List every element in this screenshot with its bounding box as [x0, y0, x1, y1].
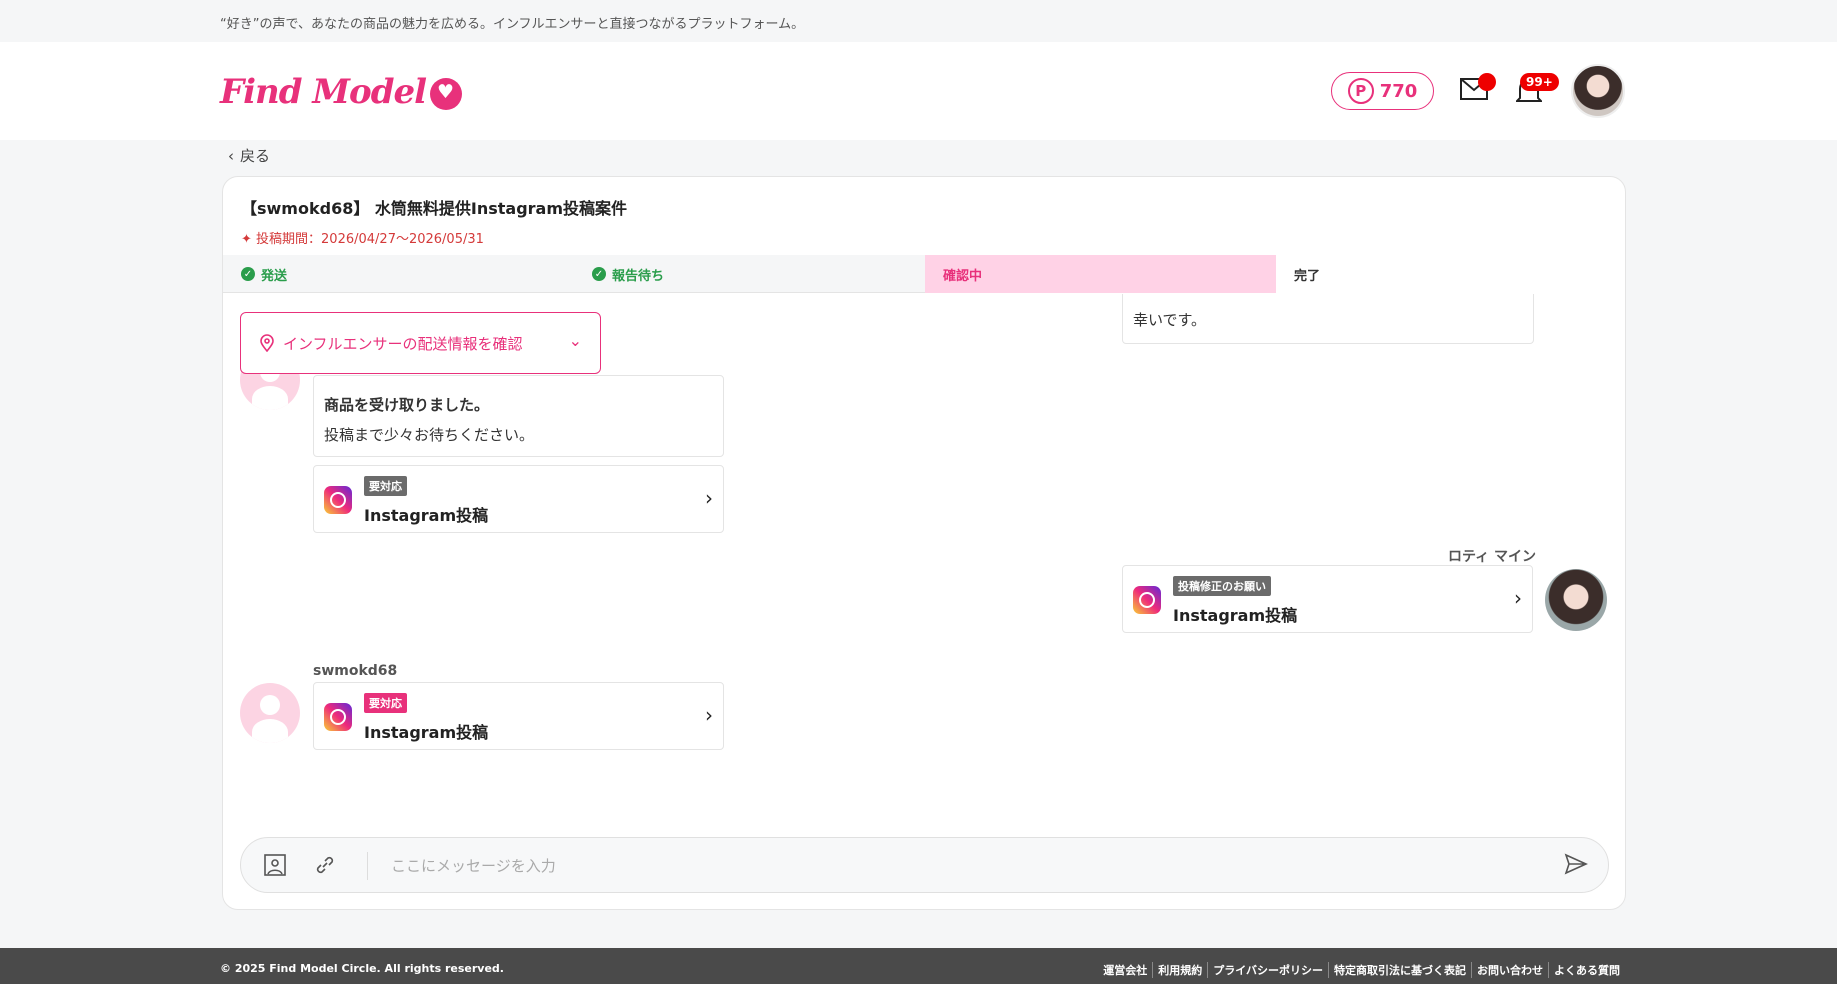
task-tag: 投稿修正のお願い: [1173, 576, 1271, 596]
task-label: Instagram投稿: [364, 506, 489, 525]
mail-unread-dot: [1478, 73, 1496, 91]
footer-links: 運営会社 利用規約 プライバシーポリシー 特定商取引法に基づく表記 お問い合わせ…: [1098, 962, 1625, 978]
user-avatar: [240, 683, 300, 743]
sender-name: ロティ マイン: [1447, 549, 1536, 565]
instagram-icon: [324, 703, 352, 731]
back-button[interactable]: ‹ 戻る: [228, 145, 270, 166]
task-tag: 要対応: [364, 476, 407, 496]
progress-steps: ✓ 発送 ✓ 報告待ち 確認中 完了: [223, 255, 1625, 293]
header: Find Model P 770 99+: [0, 42, 1837, 140]
message-composer: [240, 837, 1609, 893]
points-button[interactable]: P 770: [1331, 72, 1434, 110]
footer-link-commerce-law[interactable]: 特定商取引法に基づく表記: [1328, 962, 1471, 978]
step-label: 報告待ち: [612, 268, 665, 284]
footer-link-faq[interactable]: よくある質問: [1548, 962, 1625, 978]
message-bubble: 幸いです。: [1122, 294, 1534, 344]
instagram-task-card[interactable]: 要対応 Instagram投稿 ›: [313, 682, 724, 750]
footer: © 2025 Find Model Circle. All rights res…: [0, 948, 1837, 984]
top-bar: “好き”の声で、あなたの商品の魅力を広める。インフルエンサーと直接つながるプラッ…: [0, 0, 1837, 42]
link-icon[interactable]: [313, 854, 337, 878]
period-text: 投稿期間：2026/04/27〜2026/05/31: [256, 232, 484, 247]
step-label: 完了: [1294, 268, 1321, 284]
footer-link-company[interactable]: 運営会社: [1098, 962, 1152, 978]
step-label: 発送: [261, 268, 288, 284]
footer-link-contact[interactable]: お問い合わせ: [1471, 962, 1548, 978]
sender-name: swmokd68: [313, 663, 398, 679]
step-shipping: ✓ 発送: [223, 255, 574, 293]
check-icon: ✓: [592, 267, 606, 281]
step-complete: 完了: [1276, 255, 1625, 293]
chevron-down-icon: ⌄: [568, 331, 582, 350]
message-title: 商品を受け取りました。: [324, 396, 490, 414]
chat-area[interactable]: 幸いです。 商品を受け取りました。 投稿まで少々お待ちください。 インフルエンサ…: [223, 294, 1625, 824]
step-reviewing: 確認中: [925, 255, 1276, 293]
notification-button[interactable]: 99+: [1514, 73, 1559, 106]
points-value: 770: [1379, 80, 1418, 102]
message-bubble: 商品を受け取りました。 投稿まで少々お待ちください。: [313, 375, 724, 457]
send-icon[interactable]: [1564, 852, 1588, 882]
points-icon: P: [1347, 78, 1374, 104]
instagram-icon: [1133, 586, 1161, 614]
logo-text: Find Model: [220, 72, 427, 112]
task-tag: 要対応: [364, 693, 407, 713]
check-icon: ✓: [241, 267, 255, 281]
back-label: 戻る: [240, 147, 271, 165]
notification-badge: 99+: [1520, 73, 1559, 91]
chevron-right-icon: ›: [705, 703, 713, 727]
instagram-task-card[interactable]: 要対応 Instagram投稿 ›: [313, 465, 724, 533]
my-avatar: [1545, 569, 1607, 631]
step-label: 確認中: [943, 268, 983, 284]
shipping-button-label: インフルエンサーの配送情報を確認: [283, 334, 523, 353]
chevron-left-icon: ‹: [228, 146, 234, 165]
divider: [367, 852, 368, 880]
heart-icon: [430, 78, 463, 110]
campaign-period: ✦ 投稿期間：2026/04/27〜2026/05/31: [241, 228, 484, 247]
message-input[interactable]: [391, 852, 1471, 880]
logo[interactable]: Find Model: [220, 72, 463, 112]
profile-avatar[interactable]: [1571, 64, 1625, 118]
campaign-card: 【swmokd68】 水筒無料提供Instagram投稿案件 ✦ 投稿期間：20…: [222, 176, 1626, 910]
task-label: Instagram投稿: [1173, 606, 1298, 625]
image-upload-icon[interactable]: [263, 854, 287, 878]
shipping-info-button[interactable]: インフルエンサーの配送情報を確認 ⌄: [240, 312, 601, 374]
instagram-icon: [324, 486, 352, 514]
instagram-task-card[interactable]: 投稿修正のお願い Instagram投稿 ›: [1122, 565, 1533, 633]
step-awaiting-report: ✓ 報告待ち: [574, 255, 925, 293]
chevron-right-icon: ›: [705, 486, 713, 510]
chevron-right-icon: ›: [1514, 586, 1522, 610]
message-body: 投稿まで少々お待ちください。: [324, 426, 535, 444]
campaign-title: 【swmokd68】 水筒無料提供Instagram投稿案件: [241, 199, 628, 218]
tagline: “好き”の声で、あなたの商品の魅力を広める。インフルエンサーと直接つながるプラッ…: [220, 17, 805, 32]
task-label: Instagram投稿: [364, 723, 489, 742]
sparkle-icon: ✦: [241, 232, 257, 247]
location-pin-icon: [260, 334, 274, 352]
footer-link-privacy[interactable]: プライバシーポリシー: [1207, 962, 1328, 978]
mail-button[interactable]: [1460, 73, 1496, 104]
footer-link-terms[interactable]: 利用規約: [1152, 962, 1207, 978]
copyright: © 2025 Find Model Circle. All rights res…: [220, 962, 504, 975]
